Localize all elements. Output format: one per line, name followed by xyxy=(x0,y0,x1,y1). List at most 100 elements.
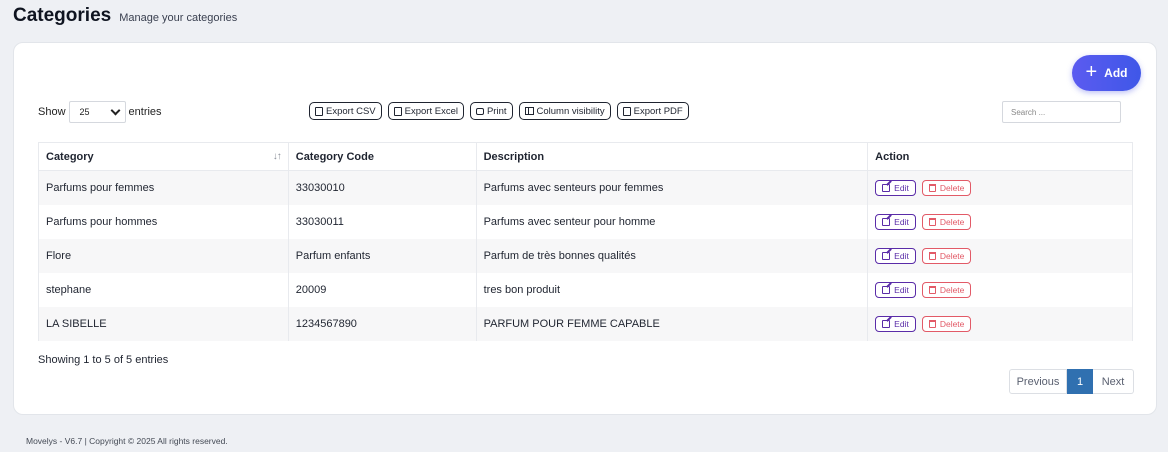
edit-button[interactable]: Edit xyxy=(875,315,916,332)
category-cell: Parfums pour hommes xyxy=(38,204,289,239)
category-cell: LA SIBELLE xyxy=(38,306,289,341)
delete-button[interactable]: Delete xyxy=(921,213,972,230)
search-input[interactable] xyxy=(1002,101,1121,123)
edit-button[interactable]: Edit xyxy=(875,213,916,230)
export-excel-button[interactable]: Export Excel xyxy=(387,102,464,120)
description-cell: Parfums avec senteur pour homme xyxy=(475,204,869,239)
chevron-down-icon xyxy=(110,105,120,115)
edit-icon xyxy=(882,285,891,294)
table-row: Parfums pour femmes 33030010 Parfums ave… xyxy=(38,170,1133,205)
sort-icon: ↓↑ xyxy=(272,150,282,162)
file-icon xyxy=(315,106,323,116)
edit-button[interactable]: Edit xyxy=(875,179,916,196)
edit-label: Edit xyxy=(894,182,909,193)
delete-button[interactable]: Delete xyxy=(921,281,972,298)
page-header: Categories Manage your categories xyxy=(13,5,237,27)
next-page-button[interactable]: Next xyxy=(1093,369,1134,394)
categories-card: + Add Show 25 entries Export CSV Export … xyxy=(13,42,1157,415)
edit-icon xyxy=(882,319,891,328)
description-cell: PARFUM POUR FEMME CAPABLE xyxy=(475,306,869,341)
file-icon xyxy=(393,106,402,116)
page-length-control: Show 25 entries xyxy=(38,101,162,123)
edit-button[interactable]: Edit xyxy=(875,281,916,298)
entries-label: entries xyxy=(128,106,162,118)
trash-icon xyxy=(928,183,936,192)
categories-table: Category ↓↑ Category Code Description Ac… xyxy=(38,142,1133,341)
print-label: Print xyxy=(486,105,507,117)
edit-icon xyxy=(882,183,891,192)
edit-icon xyxy=(882,251,891,260)
trash-icon xyxy=(928,251,936,260)
column-header-label: Category xyxy=(46,150,94,163)
table-info: Showing 1 to 5 of 5 entries xyxy=(38,354,169,366)
trash-icon xyxy=(928,285,936,294)
trash-icon xyxy=(928,217,936,226)
previous-page-button[interactable]: Previous xyxy=(1009,369,1067,394)
table-row: Parfums pour hommes 33030011 Parfums ave… xyxy=(38,204,1133,239)
column-header-action: Action xyxy=(867,142,1133,171)
action-cell: Edit Delete xyxy=(867,204,1133,239)
delete-label: Delete xyxy=(939,182,965,193)
table-row: Flore Parfum enfants Parfum de très bonn… xyxy=(38,238,1133,273)
category-cell: Parfums pour femmes xyxy=(38,170,289,205)
action-cell: Edit Delete xyxy=(867,170,1133,205)
category-cell: stephane xyxy=(38,272,289,307)
column-header-label: Category Code xyxy=(295,150,374,163)
column-header-category[interactable]: Category ↓↑ xyxy=(38,142,289,171)
delete-label: Delete xyxy=(939,250,965,261)
show-label: Show xyxy=(38,106,66,118)
page-subtitle: Manage your categories xyxy=(119,12,238,24)
table-row: stephane 20009 tres bon produit Edit Del… xyxy=(38,272,1133,307)
column-header-description[interactable]: Description xyxy=(475,142,869,171)
delete-label: Delete xyxy=(939,284,965,295)
table-row: LA SIBELLE 1234567890 PARFUM POUR FEMME … xyxy=(38,306,1133,341)
delete-label: Delete xyxy=(939,318,965,329)
page-button-1[interactable]: 1 xyxy=(1067,369,1093,394)
column-header-code[interactable]: Category Code xyxy=(287,142,477,171)
code-cell: 33030010 xyxy=(287,170,477,205)
file-icon xyxy=(622,106,631,116)
delete-button[interactable]: Delete xyxy=(921,315,972,332)
page-length-select[interactable]: 25 xyxy=(68,101,126,123)
add-button[interactable]: + Add xyxy=(1072,55,1141,91)
category-cell: Flore xyxy=(38,238,289,273)
print-button[interactable]: Print xyxy=(469,102,513,120)
footer-copyright: Movelys - V6.7 | Copyright © 2025 All ri… xyxy=(26,436,228,446)
action-cell: Edit Delete xyxy=(867,306,1133,341)
edit-icon xyxy=(882,217,891,226)
delete-label: Delete xyxy=(939,216,965,227)
edit-label: Edit xyxy=(894,216,909,227)
column-header-label: Description xyxy=(483,150,545,163)
export-csv-label: Export CSV xyxy=(326,105,376,117)
export-buttons: Export CSV Export Excel Print Column vis… xyxy=(309,102,689,120)
description-cell: Parfum de très bonnes qualités xyxy=(475,238,869,273)
description-cell: Parfums avec senteurs pour femmes xyxy=(475,170,869,205)
export-pdf-button[interactable]: Export PDF xyxy=(616,102,689,120)
table-header-row: Category ↓↑ Category Code Description Ac… xyxy=(38,142,1133,171)
delete-button[interactable]: Delete xyxy=(921,247,972,264)
edit-label: Edit xyxy=(894,318,909,329)
page-title: Categories xyxy=(13,5,112,26)
edit-label: Edit xyxy=(894,284,909,295)
export-csv-button[interactable]: Export CSV xyxy=(309,102,382,120)
print-icon xyxy=(475,107,484,115)
code-cell: 33030011 xyxy=(287,204,477,239)
code-cell: 1234567890 xyxy=(287,306,477,341)
column-header-label: Action xyxy=(875,150,910,163)
code-cell: Parfum enfants xyxy=(287,238,477,273)
trash-icon xyxy=(928,319,936,328)
columns-icon xyxy=(524,107,534,115)
action-cell: Edit Delete xyxy=(867,272,1133,307)
action-cell: Edit Delete xyxy=(867,238,1133,273)
export-pdf-label: Export PDF xyxy=(633,105,683,117)
export-excel-label: Export Excel xyxy=(404,105,458,117)
description-cell: tres bon produit xyxy=(475,272,869,307)
edit-button[interactable]: Edit xyxy=(875,247,916,264)
edit-label: Edit xyxy=(894,250,909,261)
delete-button[interactable]: Delete xyxy=(921,179,972,196)
column-visibility-button[interactable]: Column visibility xyxy=(518,102,611,120)
add-button-label: Add xyxy=(1104,66,1128,80)
plus-icon: + xyxy=(1085,61,1098,83)
page-length-value: 25 xyxy=(79,107,90,117)
code-cell: 20009 xyxy=(287,272,477,307)
